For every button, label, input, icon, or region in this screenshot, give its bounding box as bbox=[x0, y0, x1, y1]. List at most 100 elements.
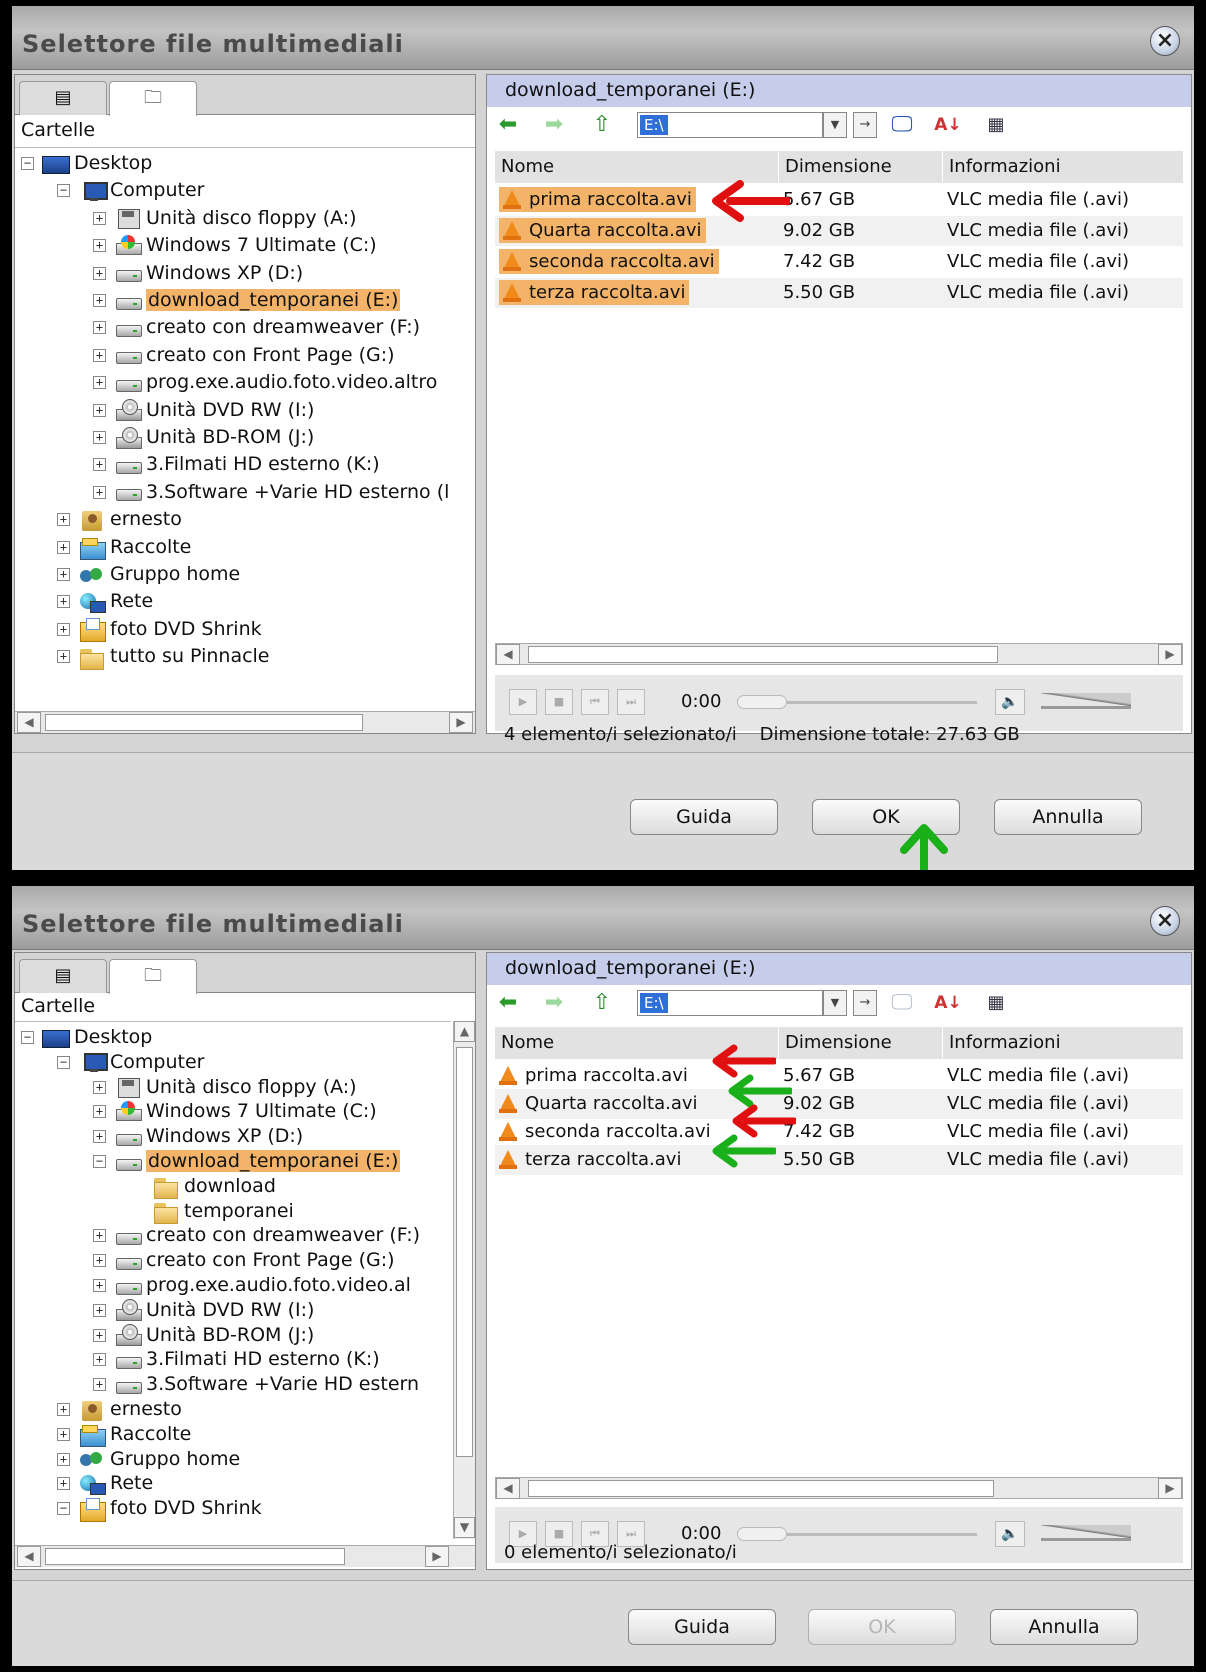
tree-item[interactable]: + Rete bbox=[57, 588, 153, 614]
expand-icon[interactable]: + bbox=[57, 595, 70, 609]
tree-item[interactable]: + prog.exe.audio.foto.video.altro bbox=[93, 369, 437, 395]
expand-icon[interactable]: + bbox=[57, 622, 70, 636]
scroll-down-button[interactable]: ▼ bbox=[454, 1517, 475, 1538]
expand-icon[interactable]: + bbox=[93, 376, 106, 390]
expand-icon[interactable]: + bbox=[57, 513, 70, 527]
tree-item[interactable]: +3.Software +Varie HD estern bbox=[93, 1371, 419, 1397]
sort-az-icon[interactable]: A↓ bbox=[933, 989, 963, 1017]
seek-slider-thumb[interactable] bbox=[737, 695, 787, 709]
tree-item[interactable]: + Unità BD-ROM (J:) bbox=[93, 424, 314, 450]
tree-item[interactable]: + creato con dreamweaver (F:) bbox=[93, 1222, 420, 1248]
folder-up-icon[interactable]: ⇧ bbox=[587, 111, 617, 139]
tree-item[interactable]: + Rete bbox=[57, 1470, 153, 1496]
column-header-size[interactable]: Dimensione bbox=[779, 151, 943, 183]
help-button[interactable]: Guida bbox=[630, 799, 778, 835]
file-row[interactable]: prima raccolta.avi 5.67 GB VLC media file … bbox=[495, 1061, 1183, 1091]
tree-item[interactable]: + Raccolte bbox=[57, 534, 191, 561]
tree-item[interactable]: + Raccolte bbox=[57, 1421, 191, 1448]
expand-icon[interactable]: + bbox=[93, 239, 106, 253]
volume-icon[interactable]: 🔈 bbox=[995, 1521, 1025, 1547]
column-header-info[interactable]: Informazioni bbox=[943, 151, 1183, 183]
sort-az-icon[interactable]: A↓ bbox=[933, 111, 963, 139]
previous-icon[interactable]: ⏮ bbox=[581, 689, 609, 715]
tree-item[interactable]: + ernesto bbox=[57, 1396, 182, 1422]
tree-item[interactable]: +3.Filmati HD esterno (K:) bbox=[93, 451, 380, 477]
expand-icon[interactable]: + bbox=[57, 1403, 70, 1416]
tree-item[interactable]: +3.Software +Varie HD esterno (l bbox=[93, 479, 449, 505]
scroll-right-button[interactable]: ▶ bbox=[1158, 644, 1182, 665]
tab-list-view[interactable]: ▤ bbox=[19, 81, 107, 115]
tree-vertical-scrollbar[interactable]: ▲ ▼ bbox=[453, 1021, 475, 1539]
expand-icon[interactable]: + bbox=[93, 321, 106, 335]
expand-icon[interactable]: + bbox=[93, 1303, 106, 1317]
file-row[interactable]: terza raccolta.avi 5.50 GB VLC media file … bbox=[495, 278, 1183, 308]
tree-item[interactable]: + download_temporanei (E:) bbox=[93, 287, 401, 313]
column-header-name[interactable]: Nome bbox=[495, 151, 779, 183]
go-button[interactable]: → bbox=[853, 990, 877, 1016]
scroll-thumb[interactable] bbox=[528, 646, 998, 663]
title-bar[interactable]: Selettore file multimediali × bbox=[12, 6, 1194, 70]
play-icon[interactable]: ▶ bbox=[509, 689, 537, 715]
scroll-right-button[interactable]: ▶ bbox=[449, 712, 473, 733]
seek-slider-thumb[interactable] bbox=[737, 1527, 787, 1541]
tree-item[interactable]: + prog.exe.audio.foto.video.al bbox=[93, 1272, 411, 1298]
cancel-button[interactable]: Annulla bbox=[990, 1609, 1138, 1645]
path-dropdown-button[interactable]: ▼ bbox=[823, 990, 847, 1016]
scroll-thumb[interactable] bbox=[45, 1548, 345, 1565]
file-row[interactable]: Quarta raccolta.avi 9.02 GB VLC media file… bbox=[495, 216, 1183, 246]
tree-item[interactable]: temporanei bbox=[129, 1198, 294, 1225]
expand-icon[interactable]: + bbox=[93, 1254, 106, 1268]
expand-icon[interactable]: + bbox=[93, 294, 106, 307]
file-list-horizontal-scrollbar[interactable]: ◀ ▶ bbox=[495, 643, 1183, 665]
collapse-icon[interactable]: − bbox=[21, 157, 34, 170]
volume-slider[interactable] bbox=[1041, 1525, 1131, 1541]
expand-icon[interactable]: + bbox=[93, 1080, 106, 1094]
tab-list-view[interactable]: ▤ bbox=[19, 959, 107, 993]
scroll-thumb[interactable] bbox=[45, 714, 363, 731]
scroll-right-button[interactable]: ▶ bbox=[425, 1546, 449, 1567]
volume-icon[interactable]: 🔈 bbox=[995, 689, 1025, 715]
scroll-up-button[interactable]: ▲ bbox=[454, 1021, 475, 1042]
volume-slider[interactable] bbox=[1041, 693, 1131, 709]
file-row[interactable]: Quarta raccolta.avi 9.02 GB VLC media file… bbox=[495, 1089, 1183, 1119]
expand-icon[interactable]: + bbox=[93, 403, 106, 417]
tree-item[interactable]: + tutto su Pinnacle bbox=[57, 643, 270, 670]
title-bar[interactable]: Selettore file multimediali × bbox=[12, 886, 1194, 950]
help-button[interactable]: Guida bbox=[628, 1609, 776, 1645]
tree-item[interactable]: − Computer bbox=[57, 177, 204, 203]
path-field[interactable]: E:\ bbox=[637, 112, 823, 138]
expand-icon[interactable]: + bbox=[57, 568, 70, 581]
close-button[interactable]: × bbox=[1150, 906, 1180, 936]
view-options-icon[interactable]: ▦ bbox=[981, 989, 1011, 1017]
scroll-left-button[interactable]: ◀ bbox=[17, 712, 41, 733]
tab-folders[interactable]: 🗀 bbox=[109, 81, 197, 116]
expand-icon[interactable]: + bbox=[57, 650, 70, 664]
expand-icon[interactable]: + bbox=[57, 1452, 70, 1466]
scroll-right-button[interactable]: ▶ bbox=[1158, 1478, 1182, 1499]
close-button[interactable]: × bbox=[1150, 26, 1180, 56]
tree-item[interactable]: − Computer bbox=[57, 1049, 204, 1075]
scroll-left-button[interactable]: ◀ bbox=[17, 1546, 41, 1567]
collapse-icon[interactable]: − bbox=[57, 184, 70, 198]
expand-icon[interactable]: + bbox=[93, 458, 106, 472]
tree-item[interactable]: +3.Filmati HD esterno (K:) bbox=[93, 1346, 380, 1372]
folder-up-icon[interactable]: ⇧ bbox=[587, 989, 617, 1017]
tree-item[interactable]: download bbox=[129, 1173, 276, 1200]
expand-icon[interactable]: + bbox=[57, 540, 70, 554]
file-row[interactable]: terza raccolta.avi 5.50 GB VLC media file … bbox=[495, 1145, 1183, 1175]
tree-item[interactable]: + Gruppo home bbox=[57, 561, 240, 587]
tree-item[interactable]: + ernesto bbox=[57, 506, 182, 532]
tree-item[interactable]: − download_temporanei (E:) bbox=[93, 1148, 401, 1174]
expand-icon[interactable]: + bbox=[93, 1328, 106, 1342]
desktop-view-icon[interactable]: 🖵 bbox=[887, 111, 917, 139]
stop-icon[interactable]: ■ bbox=[545, 689, 573, 715]
tree-item[interactable]: + creato con dreamweaver (F:) bbox=[93, 314, 420, 340]
collapse-icon[interactable]: − bbox=[93, 1155, 106, 1168]
tree-item[interactable]: − foto DVD Shrink bbox=[57, 1495, 262, 1522]
expand-icon[interactable]: + bbox=[93, 431, 106, 444]
tree-item[interactable]: + Unità DVD RW (I:) bbox=[93, 1297, 314, 1323]
tree-horizontal-scrollbar[interactable]: ◀ ▶ bbox=[15, 711, 475, 733]
file-row[interactable]: seconda raccolta.avi 7.42 GB VLC media fil… bbox=[495, 1117, 1183, 1147]
back-arrow-icon[interactable]: ⬅ bbox=[493, 111, 523, 139]
forward-arrow-icon[interactable]: ➡ bbox=[539, 989, 569, 1017]
